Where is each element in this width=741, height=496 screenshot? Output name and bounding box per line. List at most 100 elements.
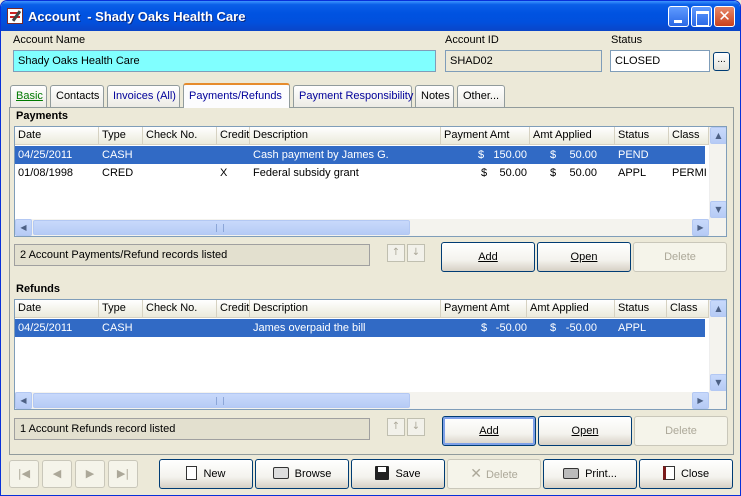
col-date[interactable]: Date [15, 127, 99, 145]
scroll-thumb[interactable] [33, 393, 410, 408]
cell-type: CASH [102, 322, 133, 334]
printer-icon [563, 467, 580, 479]
refunds-vertical-scrollbar[interactable]: ▲ ▼ [709, 300, 726, 392]
status-lookup-button[interactable]: ... [713, 52, 730, 71]
cell-currency: $ [550, 149, 557, 161]
col-description[interactable]: Description [250, 127, 441, 145]
table-row[interactable]: 04/25/2011 CASH James overpaid the bill … [15, 319, 705, 337]
col-class[interactable]: Class [667, 300, 709, 318]
close-button[interactable]: Close [639, 459, 733, 489]
new-button[interactable]: New [159, 459, 253, 489]
col-type[interactable]: Type [99, 127, 143, 145]
payments-grid[interactable]: Date Type Check No. Credit Description P… [14, 126, 727, 237]
scroll-up-icon[interactable]: ▲ [710, 127, 726, 144]
refunds-grid[interactable]: Date Type Check No. Credit Description P… [14, 299, 727, 410]
title-bar: Account - Shady Oaks Health Care ✕ [1, 1, 740, 31]
col-amt-applied[interactable]: Amt Applied [527, 300, 615, 318]
button-label: Open [570, 251, 598, 263]
window-title: Account - Shady Oaks Health Care [28, 9, 246, 24]
tab-label: Payment Responsibility [299, 90, 414, 102]
refunds-open-button[interactable]: Open [538, 416, 632, 446]
cell-currency: $ [550, 167, 557, 179]
payments-add-button[interactable]: Add [441, 242, 535, 272]
scroll-thumb[interactable] [33, 220, 410, 235]
scroll-down-icon[interactable]: ▼ [710, 374, 726, 391]
col-credit[interactable]: Credit [217, 127, 250, 145]
tab-payment-responsibility[interactable]: Payment Responsibility [293, 85, 414, 107]
tab-basic[interactable]: Basic [10, 85, 47, 107]
scroll-right-icon[interactable]: ▶ [692, 219, 709, 236]
scroll-right-icon[interactable]: ▶ [692, 392, 709, 409]
tab-other[interactable]: Other... [457, 85, 505, 107]
col-status[interactable]: Status [615, 300, 667, 318]
tab-label: Invoices (All) [113, 90, 176, 102]
refunds-add-button[interactable]: Add [442, 416, 536, 446]
cell-status: APPL [618, 167, 647, 179]
payments-refunds-panel: Payments Date Type Check No. Credit Desc… [9, 107, 734, 455]
col-credit[interactable]: Credit [217, 300, 250, 318]
tab-payments-refunds[interactable]: Payments/Refunds [183, 83, 290, 108]
delete-x-icon: ✕ [470, 466, 482, 482]
scroll-up-icon[interactable]: ▲ [710, 300, 726, 317]
scroll-grip [216, 224, 224, 232]
status-field[interactable]: CLOSED [610, 50, 710, 72]
scroll-left-icon[interactable]: ◀ [15, 392, 32, 409]
maximize-button[interactable] [691, 6, 712, 27]
next-record-icon[interactable]: ▶ [75, 460, 105, 488]
table-row[interactable]: 01/08/1998 CRED X Federal subsidy grant … [15, 164, 707, 182]
first-record-icon[interactable]: |◀ [9, 460, 39, 488]
tab-contacts[interactable]: Contacts [50, 85, 104, 107]
cell-currency: $ [478, 149, 485, 161]
col-description[interactable]: Description [250, 300, 441, 318]
col-payment-amt[interactable]: Payment Amt [441, 127, 530, 145]
cell-status: APPL [618, 322, 647, 334]
close-icon: ✕ [718, 7, 731, 25]
delete-button[interactable]: ✕ Delete [447, 459, 541, 489]
col-check-no[interactable]: Check No. [143, 300, 217, 318]
payments-open-button[interactable]: Open [537, 242, 631, 272]
payments-horizontal-scrollbar[interactable]: ◀ ▶ [15, 219, 726, 236]
cell-date: 01/08/1998 [18, 167, 74, 179]
col-type[interactable]: Type [99, 300, 143, 318]
col-status[interactable]: Status [615, 127, 669, 145]
col-check-no[interactable]: Check No. [143, 127, 217, 145]
col-date[interactable]: Date [15, 300, 99, 318]
close-window-button[interactable]: ✕ [714, 6, 735, 27]
col-class[interactable]: Class [669, 127, 709, 145]
account-window: Account - Shady Oaks Health Care ✕ Accou… [0, 0, 741, 496]
cell-credit: X [220, 167, 228, 179]
cell-type: CRED [102, 167, 134, 179]
previous-record-icon[interactable]: ◀ [42, 460, 72, 488]
last-record-icon[interactable]: ▶| [108, 460, 138, 488]
cell-payment-amt: 150.00 [493, 149, 527, 161]
cell-amt-applied: -50.00 [565, 322, 597, 334]
tab-invoices[interactable]: Invoices (All) [107, 85, 180, 107]
col-amt-applied[interactable]: Amt Applied [530, 127, 615, 145]
payments-delete-button[interactable]: Delete [633, 242, 727, 272]
cell-type: CASH [102, 149, 133, 161]
minimize-button[interactable] [668, 6, 689, 27]
tab-label: Contacts [56, 90, 100, 102]
exit-door-icon [662, 466, 675, 481]
print-button[interactable]: Print... [543, 459, 637, 489]
save-button[interactable]: Save [351, 459, 445, 489]
cell-amt-applied: 50.00 [569, 149, 597, 161]
scroll-left-icon[interactable]: ◀ [15, 219, 32, 236]
new-document-icon [186, 466, 198, 481]
col-payment-amt[interactable]: Payment Amt [441, 300, 527, 318]
account-name-field[interactable]: Shady Oaks Health Care [13, 50, 436, 72]
refunds-delete-button[interactable]: Delete [634, 416, 728, 446]
scroll-down-icon[interactable]: ▼ [710, 201, 726, 218]
browse-button[interactable]: Browse [255, 459, 349, 489]
payments-vertical-scrollbar[interactable]: ▲ ▼ [709, 127, 726, 219]
refunds-grid-header: Date Type Check No. Credit Description P… [15, 300, 726, 318]
cell-payment-amt: 50.00 [499, 167, 527, 179]
button-label: Add [479, 425, 499, 437]
table-row[interactable]: 04/25/2011 CASH Cash payment by James G.… [15, 146, 705, 164]
refunds-horizontal-scrollbar[interactable]: ◀ ▶ [15, 392, 726, 409]
refunds-status-text: 1 Account Refunds record listed [14, 418, 370, 440]
cell-class: PERMI [672, 167, 707, 179]
button-label: Add [478, 251, 498, 263]
cell-description: Cash payment by James G. [253, 149, 389, 161]
tab-notes[interactable]: Notes [415, 85, 454, 107]
